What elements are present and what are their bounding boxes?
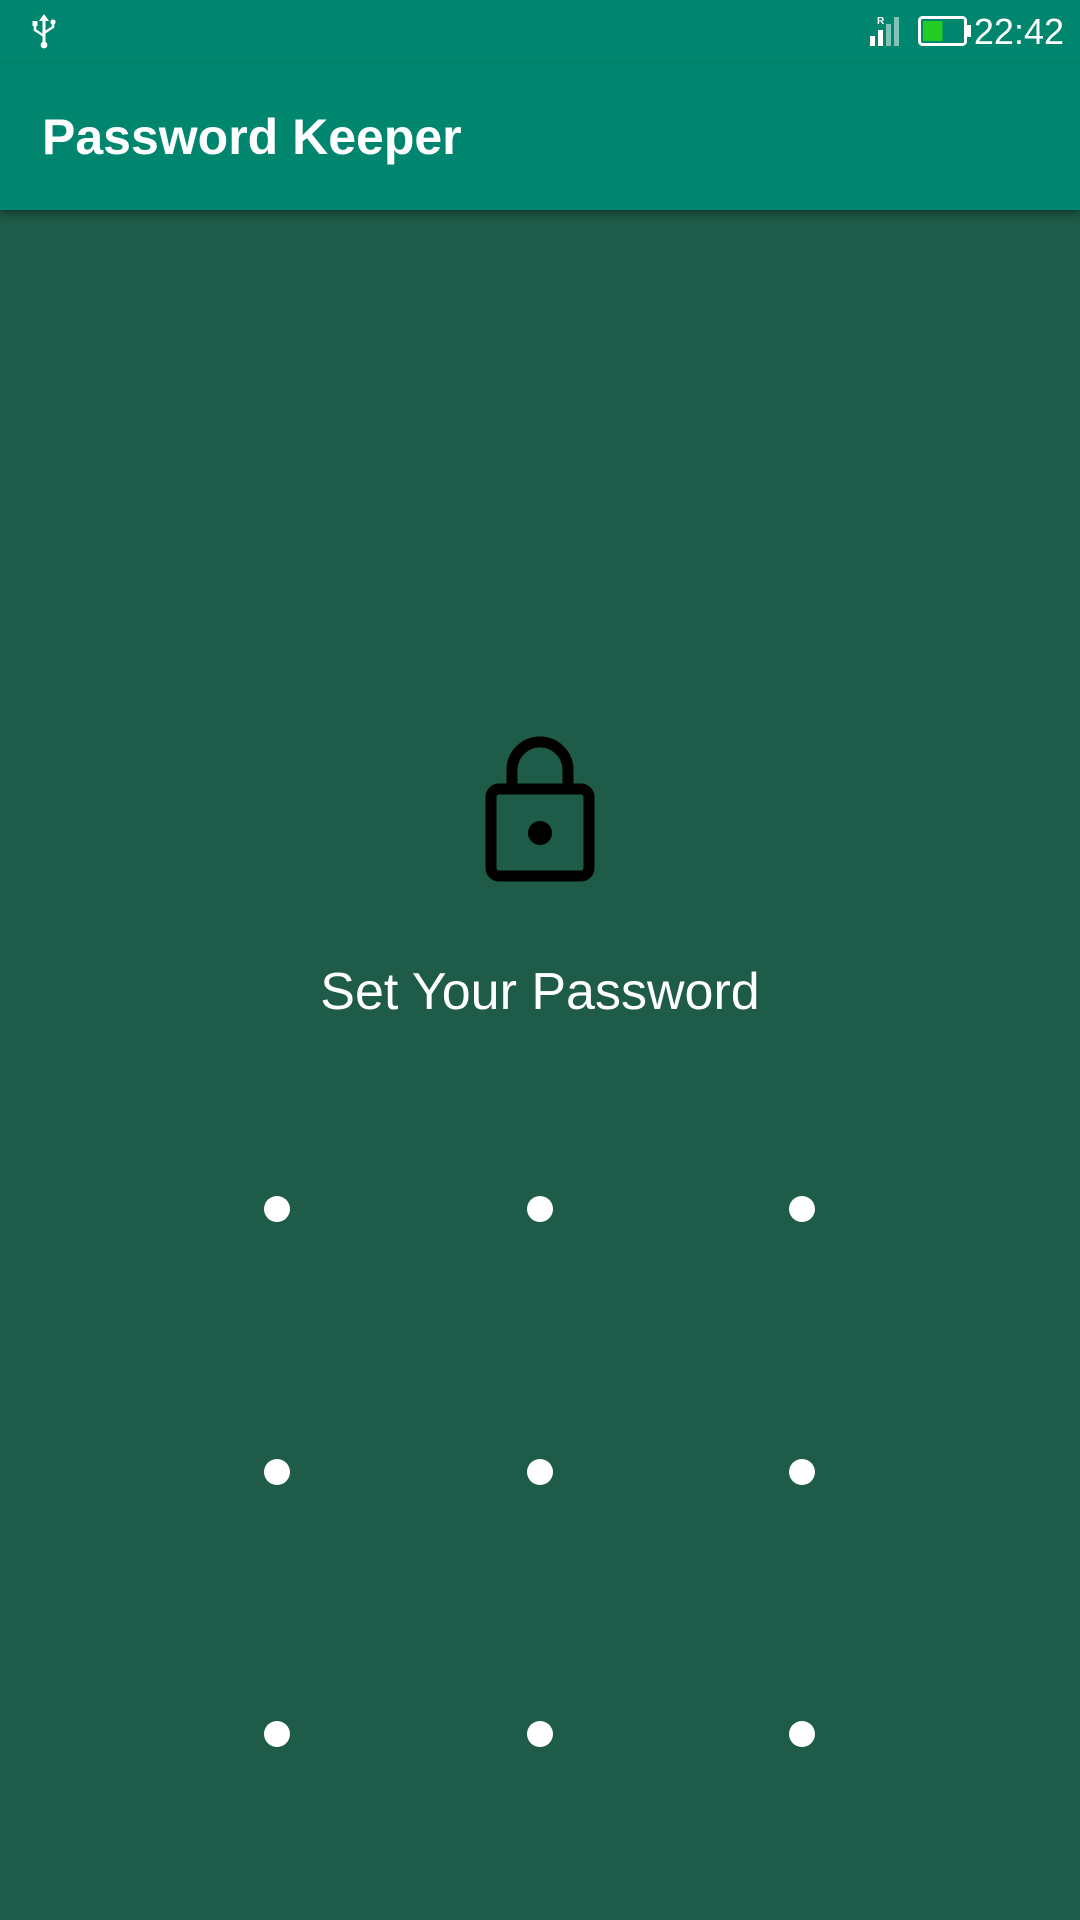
pattern-dot-4[interactable] [264,1459,290,1485]
pattern-dot-6[interactable] [789,1459,815,1485]
screen: R 22:42 Password Keeper Set Your Passwor… [0,0,1080,1920]
pattern-dot-2[interactable] [527,1196,553,1222]
pattern-dot-8[interactable] [527,1721,553,1747]
pattern-dot-9[interactable] [789,1721,815,1747]
app-bar: Password Keeper [0,64,1080,210]
pattern-dot-7[interactable] [264,1721,290,1747]
pattern-dot-3[interactable] [789,1196,815,1222]
pattern-dot-5[interactable] [527,1459,553,1485]
app-title: Password Keeper [42,109,462,165]
pattern-dot-1[interactable] [264,1196,290,1222]
pattern-lock-grid [0,0,1080,1920]
